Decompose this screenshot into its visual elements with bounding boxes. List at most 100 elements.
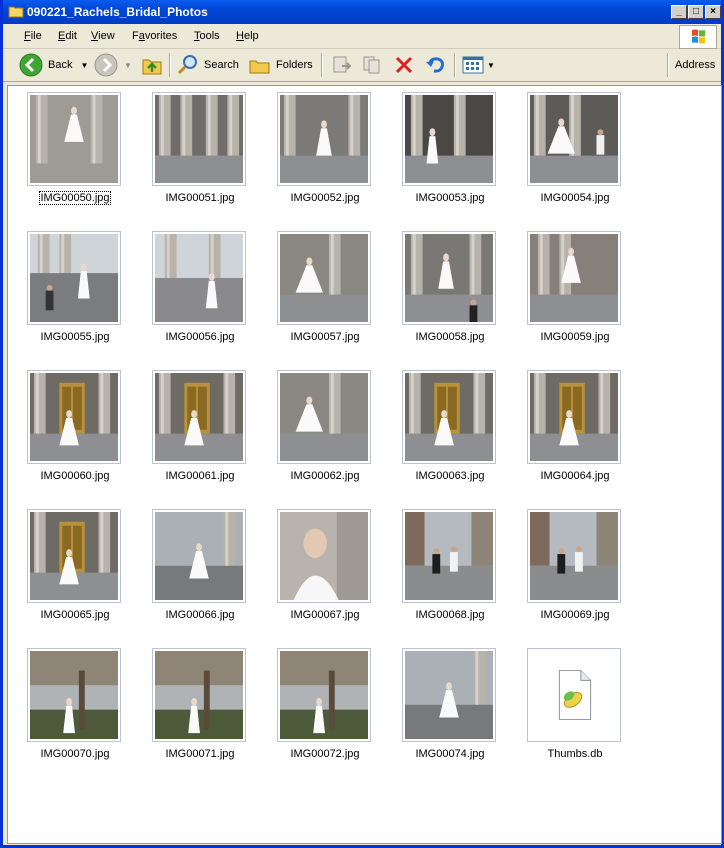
- copy-to-button[interactable]: [361, 53, 383, 77]
- address-label[interactable]: Address: [675, 53, 715, 77]
- file-name-label[interactable]: IMG00074.jpg: [390, 748, 510, 760]
- forward-button[interactable]: ▼: [94, 53, 132, 77]
- thumbnail-frame[interactable]: [27, 509, 121, 603]
- file-name-label[interactable]: IMG00056.jpg: [140, 331, 260, 343]
- thumbnail-frame[interactable]: [152, 509, 246, 603]
- thumbnail-frame[interactable]: [27, 370, 121, 464]
- file-name-label[interactable]: IMG00069.jpg: [515, 609, 635, 621]
- file-item-image[interactable]: IMG00060.jpg: [25, 370, 125, 490]
- thumbnail-frame[interactable]: [527, 509, 621, 603]
- file-item-image[interactable]: IMG00056.jpg: [150, 231, 250, 351]
- thumbnail-frame[interactable]: [277, 648, 371, 742]
- file-name-label[interactable]: IMG00060.jpg: [15, 470, 135, 482]
- thumbnail-frame[interactable]: [27, 648, 121, 742]
- thumbnail-frame[interactable]: [152, 92, 246, 186]
- file-item-image[interactable]: IMG00062.jpg: [275, 370, 375, 490]
- file-name-label[interactable]: IMG00052.jpg: [265, 192, 385, 204]
- file-item-image[interactable]: IMG00074.jpg: [400, 648, 500, 768]
- thumbnail-frame[interactable]: [527, 231, 621, 325]
- file-item-image[interactable]: IMG00065.jpg: [25, 509, 125, 629]
- file-name-label[interactable]: IMG00062.jpg: [265, 470, 385, 482]
- file-name-label[interactable]: IMG00071.jpg: [140, 748, 260, 760]
- thumbnail-frame[interactable]: [277, 231, 371, 325]
- file-name-label[interactable]: IMG00055.jpg: [15, 331, 135, 343]
- thumbnail-frame[interactable]: [27, 231, 121, 325]
- thumbnail-frame[interactable]: [527, 370, 621, 464]
- menu-edit[interactable]: Edit: [58, 30, 77, 42]
- menu-view[interactable]: View: [91, 30, 115, 42]
- file-item-image[interactable]: IMG00054.jpg: [525, 92, 625, 212]
- thumbnail-frame[interactable]: [27, 92, 121, 186]
- thumbnail-frame[interactable]: [152, 370, 246, 464]
- thumbnail-frame[interactable]: [402, 92, 496, 186]
- file-item-image[interactable]: IMG00070.jpg: [25, 648, 125, 768]
- search-button[interactable]: Search: [176, 53, 239, 77]
- file-name-label[interactable]: IMG00053.jpg: [390, 192, 510, 204]
- thumbnail-frame[interactable]: [152, 231, 246, 325]
- file-name-label[interactable]: IMG00072.jpg: [265, 748, 385, 760]
- file-name-label[interactable]: IMG00068.jpg: [390, 609, 510, 621]
- minimize-button[interactable]: _: [671, 5, 687, 19]
- file-name-label[interactable]: IMG00067.jpg: [265, 609, 385, 621]
- file-name-label[interactable]: IMG00051.jpg: [140, 192, 260, 204]
- file-name-label[interactable]: IMG00065.jpg: [15, 609, 135, 621]
- file-item-image[interactable]: IMG00051.jpg: [150, 92, 250, 212]
- file-name-label[interactable]: IMG00066.jpg: [140, 609, 260, 621]
- file-item-image[interactable]: IMG00064.jpg: [525, 370, 625, 490]
- file-item-image[interactable]: IMG00067.jpg: [275, 509, 375, 629]
- file-item-image[interactable]: IMG00055.jpg: [25, 231, 125, 351]
- move-to-button[interactable]: [330, 53, 352, 77]
- menu-file[interactable]: File: [24, 30, 42, 42]
- menu-favorites[interactable]: Favorites: [132, 30, 177, 42]
- title-bar[interactable]: 090221_Rachels_Bridal_Photos _ □ ×: [3, 0, 721, 24]
- thumbnail-frame[interactable]: [277, 509, 371, 603]
- file-name-label[interactable]: IMG00059.jpg: [515, 331, 635, 343]
- file-list-view[interactable]: IMG00050.jpg IMG00051.jpg IMG00052.jpg IMG0…: [7, 85, 722, 844]
- thumbnail-frame[interactable]: [527, 648, 621, 742]
- thumbnail-frame[interactable]: [277, 92, 371, 186]
- file-name-label[interactable]: IMG00061.jpg: [140, 470, 260, 482]
- menu-help[interactable]: Help: [236, 30, 259, 42]
- file-item-image[interactable]: IMG00061.jpg: [150, 370, 250, 490]
- file-name-label[interactable]: IMG00070.jpg: [15, 748, 135, 760]
- up-folder-button[interactable]: [140, 53, 164, 77]
- undo-button[interactable]: [424, 53, 446, 77]
- file-item-image[interactable]: IMG00059.jpg: [525, 231, 625, 351]
- thumbnail-frame[interactable]: [152, 648, 246, 742]
- file-item-image[interactable]: IMG00050.jpg: [25, 92, 125, 212]
- file-item-image[interactable]: IMG00052.jpg: [275, 92, 375, 212]
- file-item-image[interactable]: IMG00071.jpg: [150, 648, 250, 768]
- file-item-image[interactable]: IMG00072.jpg: [275, 648, 375, 768]
- file-item-image[interactable]: IMG00058.jpg: [400, 231, 500, 351]
- file-item-image[interactable]: IMG00063.jpg: [400, 370, 500, 490]
- file-name-label[interactable]: IMG00057.jpg: [265, 331, 385, 343]
- file-name-label[interactable]: IMG00058.jpg: [390, 331, 510, 343]
- thumbnail-frame[interactable]: [277, 370, 371, 464]
- thumbnail-frame[interactable]: [402, 648, 496, 742]
- file-item-image[interactable]: IMG00053.jpg: [400, 92, 500, 212]
- thumbnail-frame[interactable]: [402, 231, 496, 325]
- file-item-image[interactable]: IMG00068.jpg: [400, 509, 500, 629]
- file-name-label[interactable]: IMG00064.jpg: [515, 470, 635, 482]
- file-item-image[interactable]: IMG00057.jpg: [275, 231, 375, 351]
- thumbnail-frame[interactable]: [402, 509, 496, 603]
- back-dropdown-icon[interactable]: ▼: [80, 61, 88, 70]
- folders-button[interactable]: Folders: [248, 53, 313, 77]
- file-name-label[interactable]: Thumbs.db: [515, 748, 635, 760]
- file-item-image[interactable]: IMG00069.jpg: [525, 509, 625, 629]
- file-item-image[interactable]: IMG00066.jpg: [150, 509, 250, 629]
- views-dropdown-icon[interactable]: ▼: [487, 61, 495, 70]
- file-name-label[interactable]: IMG00054.jpg: [515, 192, 635, 204]
- thumbnail-frame[interactable]: [527, 92, 621, 186]
- maximize-button[interactable]: □: [688, 5, 704, 19]
- forward-dropdown-icon[interactable]: ▼: [124, 61, 132, 70]
- close-button[interactable]: ×: [705, 5, 721, 19]
- views-button[interactable]: ▼: [461, 53, 495, 77]
- file-item-thumbs-db[interactable]: Thumbs.db: [525, 648, 625, 768]
- thumbnail-frame[interactable]: [402, 370, 496, 464]
- menu-tools[interactable]: Tools: [194, 30, 220, 42]
- file-name-label[interactable]: IMG00063.jpg: [390, 470, 510, 482]
- file-name-label[interactable]: IMG00050.jpg: [15, 191, 135, 205]
- back-button[interactable]: Back ▼: [19, 53, 88, 77]
- delete-button[interactable]: [393, 53, 415, 77]
